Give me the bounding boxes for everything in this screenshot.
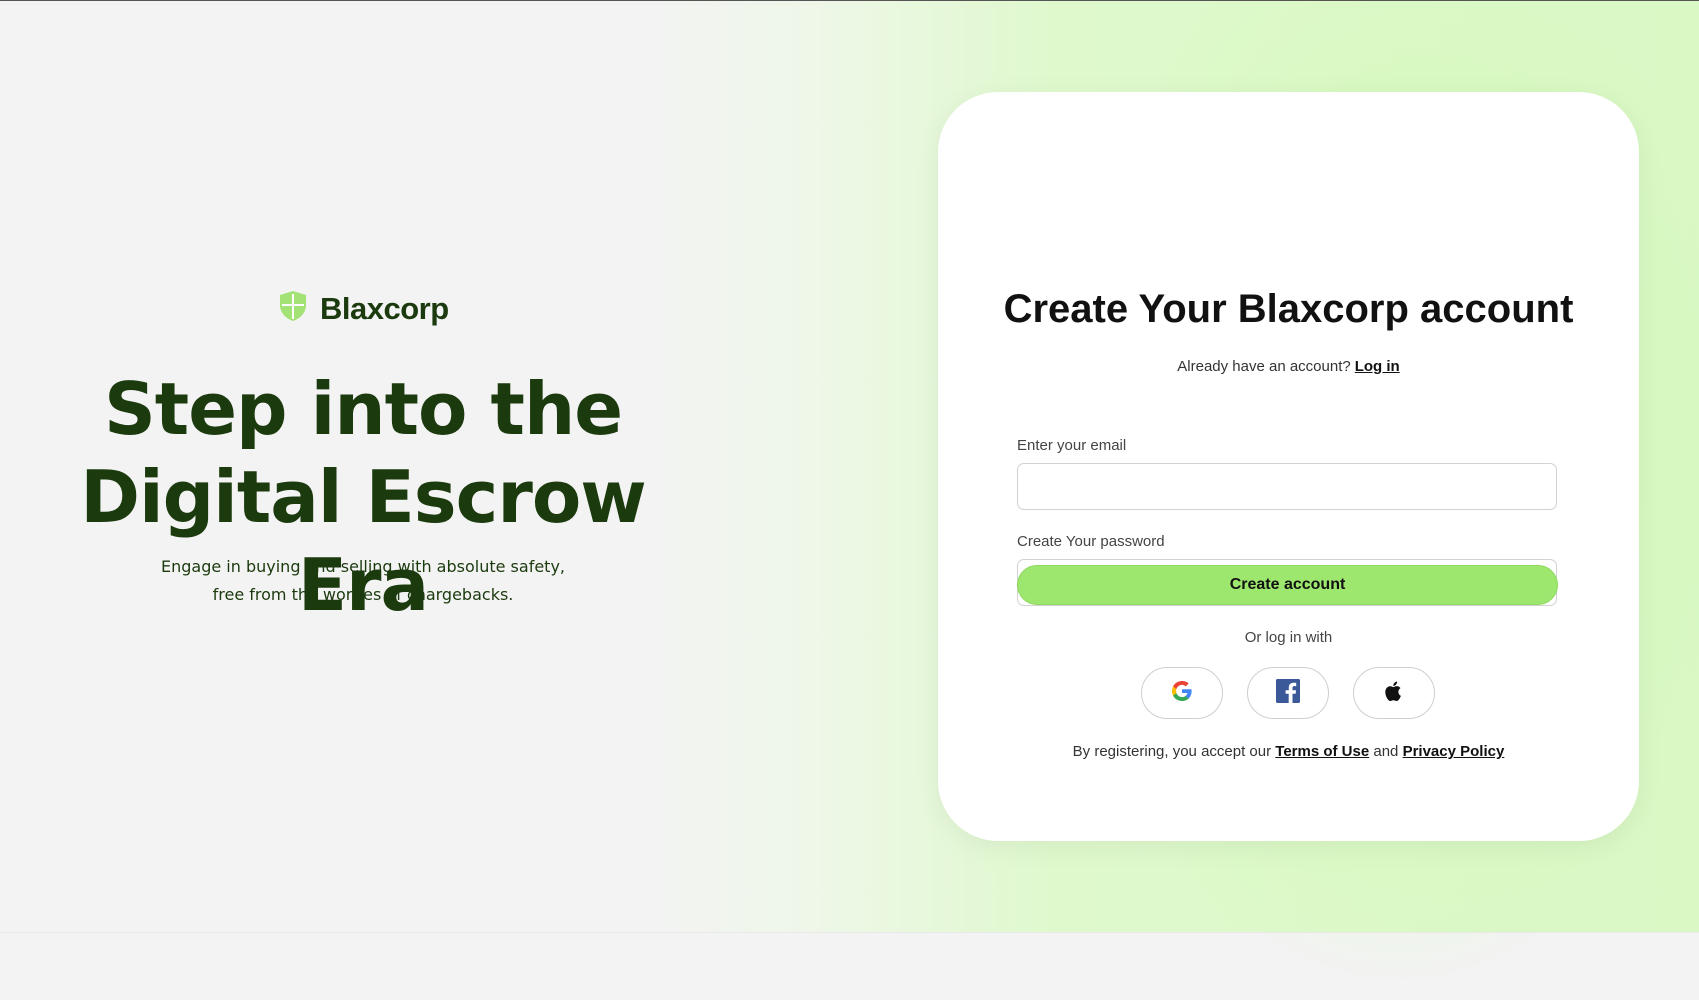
create-account-button[interactable]: Create account [1017,565,1558,605]
email-input[interactable] [1017,463,1557,510]
email-label: Enter your email [1017,437,1127,454]
facebook-icon [1276,678,1300,708]
apple-login-button[interactable] [1353,667,1435,719]
top-border [0,0,1699,1]
terms-prefix: By registering, you accept our [1072,743,1272,760]
hero-tagline: Engage in buying and selling with absolu… [20,553,706,609]
facebook-login-button[interactable] [1247,667,1329,719]
login-prompt: Already have an account? Log in [938,358,1639,375]
tagline-line-1: Engage in buying and selling with absolu… [161,557,565,576]
password-label: Create Your password [1017,533,1165,550]
tagline-line-2: free from the worries of chargebacks. [212,585,514,604]
login-link[interactable]: Log in [1355,358,1400,375]
privacy-policy-link[interactable]: Privacy Policy [1403,743,1505,760]
terms-and: and [1373,743,1399,760]
or-login-text: Or log in with [1244,629,1333,646]
terms-of-use-link[interactable]: Terms of Use [1275,743,1369,760]
login-prompt-text: Already have an account? [1177,358,1351,375]
shield-icon [278,290,308,327]
form-title: Create Your Blaxcorp account [1003,287,1574,331]
terms-notice: By registering, you accept our Terms of … [938,743,1639,760]
brand-name: Blaxcorp [320,290,449,326]
apple-icon [1382,679,1406,708]
google-icon [1170,679,1194,708]
google-login-button[interactable] [1141,667,1223,719]
hero-line-1: Step into the [103,367,623,451]
signup-card: Create Your Blaxcorp account Already hav… [938,92,1639,841]
brand-logo: Blaxcorp [278,290,449,327]
